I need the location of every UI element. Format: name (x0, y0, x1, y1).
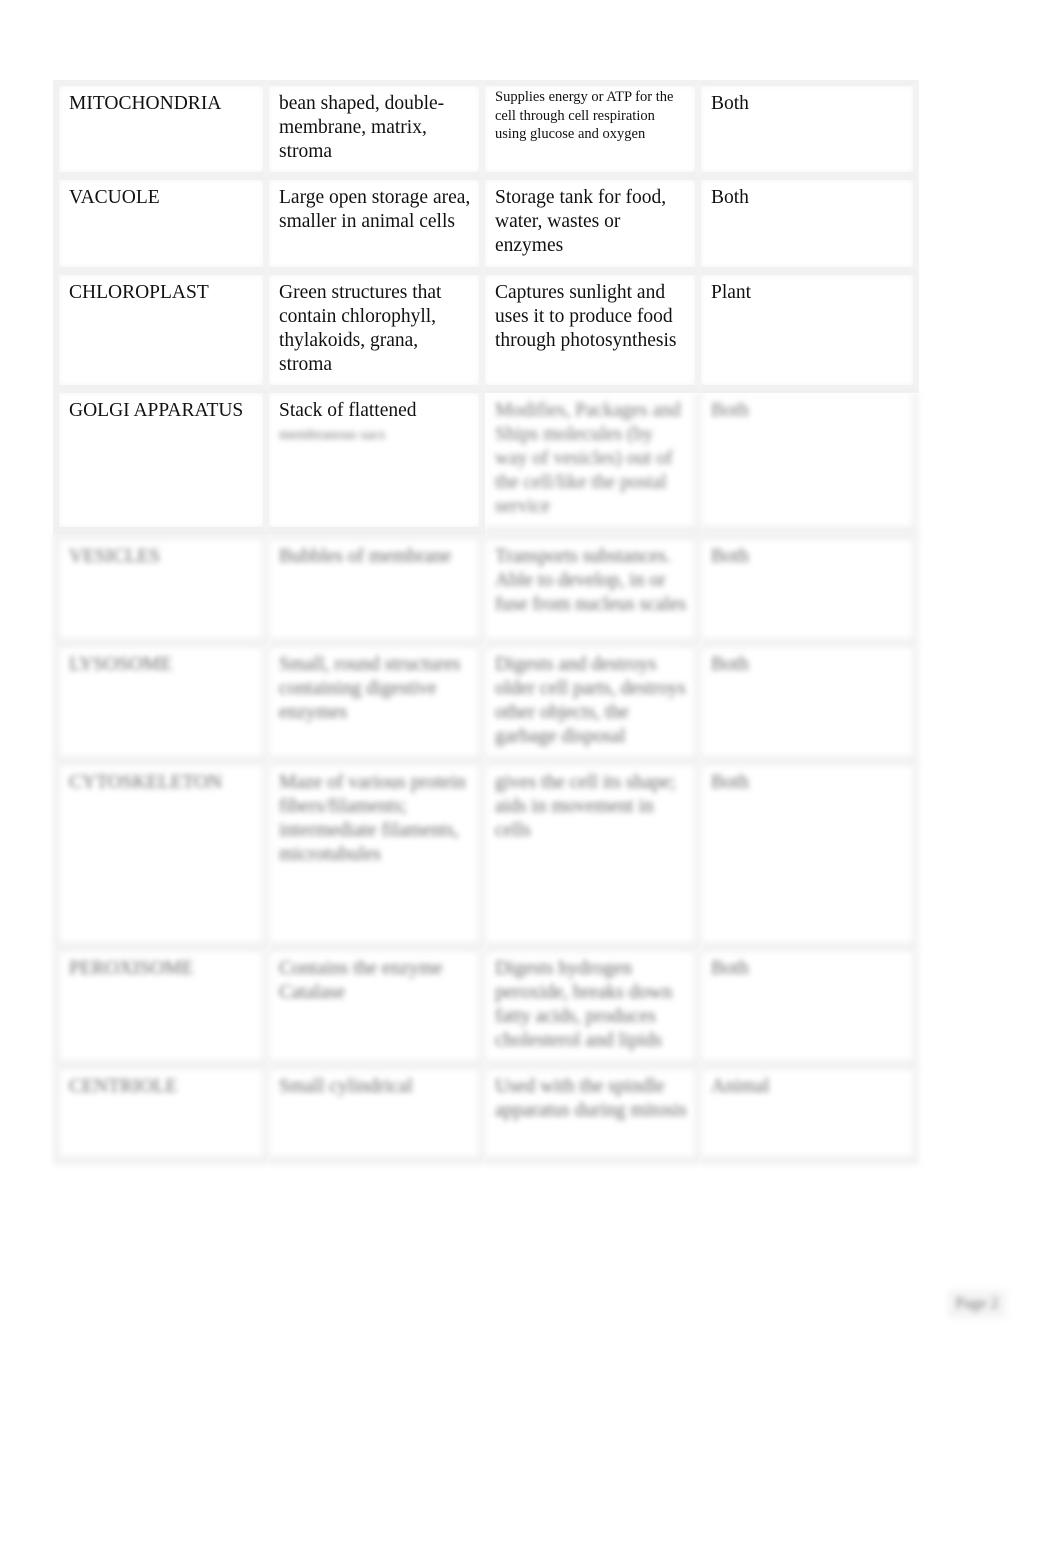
organelle-name: MITOCHONDRIA (53, 80, 269, 180)
organelle-cell-type: Animal (701, 1069, 919, 1165)
organelle-name: CHLOROPLAST (53, 275, 269, 393)
organelle-cell-type: Both (701, 765, 919, 951)
organelle-function: Transports substances. Able to develop, … (485, 533, 701, 647)
organelle-table-blurred: VESICLES Bubbles of membrane Transports … (53, 533, 919, 1165)
organelle-function: Captures sunlight and uses it to produce… (485, 275, 701, 393)
organelle-function: Storage tank for food, water, wastes or … (485, 180, 701, 275)
organelle-structure: bean shaped, double-membrane, matrix, st… (269, 80, 485, 180)
organelle-name: VACUOLE (53, 180, 269, 275)
organelle-structure: Stack of flattened membranous sacs (269, 393, 485, 535)
organelle-cell-type: Both (701, 80, 919, 180)
organelle-function: gives the cell its shape; aids in moveme… (485, 765, 701, 951)
organelle-cell-type: Plant (701, 275, 919, 393)
organelle-name: CYTOSKELETON (53, 765, 269, 951)
organelle-function: Digests and destroys older cell parts, d… (485, 647, 701, 765)
organelle-table: MITOCHONDRIA bean shaped, double-membran… (53, 80, 919, 535)
organelle-structure: Small, round structures containing diges… (269, 647, 485, 765)
organelle-name: PEROXISOME (53, 951, 269, 1069)
organelle-structure: Bubbles of membrane (269, 533, 485, 647)
organelle-structure-visible: Stack of flattened (279, 400, 417, 421)
organelle-cell-type: Both (701, 180, 919, 275)
organelle-function: Supplies energy or ATP for the cell thro… (485, 80, 701, 180)
organelle-structure: Contains the enzyme Catalase (269, 951, 485, 1069)
organelle-structure: Green structures that contain chlorophyl… (269, 275, 485, 393)
organelle-name: CENTRIOLE (53, 1069, 269, 1165)
organelle-structure: Small cylindrical (269, 1069, 485, 1165)
organelle-structure-blurred: membranous sacs (279, 427, 386, 443)
organelle-name: GOLGI APPARATUS (53, 393, 269, 535)
organelle-function: Modifies, Packages and Ships molecules (… (485, 393, 701, 535)
organelle-name: VESICLES (53, 533, 269, 647)
organelle-cell-type: Both (701, 393, 919, 535)
organelle-name: LYSOSOME (53, 647, 269, 765)
organelle-function: Used with the spindle apparatus during m… (485, 1069, 701, 1165)
organelle-structure: Large open storage area, smaller in anim… (269, 180, 485, 275)
organelle-cell-type: Both (701, 951, 919, 1069)
organelle-structure: Maze of various protein fibers/filaments… (269, 765, 485, 951)
page-number: Page 2 (948, 1290, 1006, 1318)
organelle-cell-type: Both (701, 533, 919, 647)
organelle-cell-type: Both (701, 647, 919, 765)
organelle-function: Digests hydrogen peroxide, breaks down f… (485, 951, 701, 1069)
